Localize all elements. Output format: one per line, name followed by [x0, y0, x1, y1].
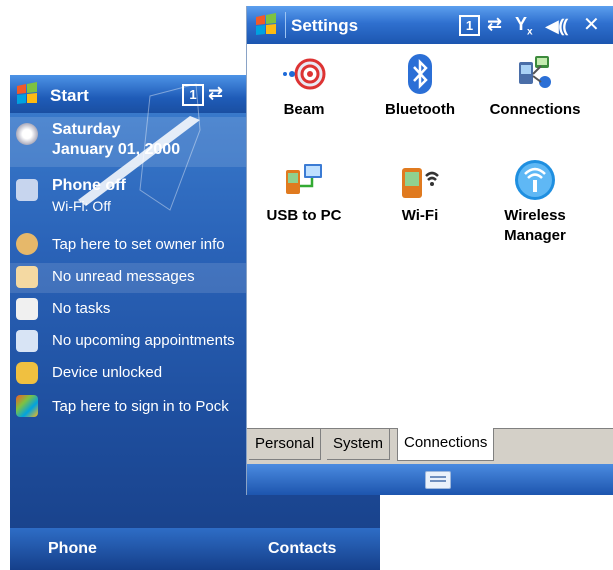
signin-text: Tap here to sign in to Pock [52, 398, 229, 415]
wifi-app[interactable]: Wi-Fi [365, 158, 475, 226]
wifi-icon [402, 168, 439, 198]
bluetooth-label: Bluetooth [385, 101, 455, 118]
phone-softkey[interactable]: Phone [48, 540, 97, 558]
usb-to-pc-icon [286, 164, 322, 194]
beam-app[interactable]: Beam [249, 52, 359, 120]
today-title: Start [50, 86, 89, 105]
connectivity-icon[interactable]: ⇄ [487, 14, 502, 35]
tasks-icon [16, 298, 38, 320]
notification-icon[interactable]: 1 [182, 84, 204, 106]
settings-menu-bar [247, 464, 613, 495]
appointments-text: No upcoming appointments [52, 332, 235, 349]
connections-app[interactable]: Connections [480, 52, 590, 120]
contacts-softkey[interactable]: Contacts [268, 540, 336, 558]
messages-text: No unread messages [52, 268, 195, 285]
date-full: January 01, 2000 [52, 141, 181, 158]
close-icon[interactable]: ✕ [583, 12, 600, 37]
wireless-manager-label: Wireless Manager [504, 207, 566, 244]
settings-title-bar: Settings 1 ⇄ Yx ◀⸨ ✕ [247, 6, 613, 44]
windows-start-icon[interactable] [14, 82, 44, 111]
device-lock-text: Device unlocked [52, 364, 163, 381]
settings-title: Settings [291, 16, 359, 35]
notification-icon[interactable]: 1 [459, 15, 480, 36]
keyboard-icon[interactable] [425, 471, 451, 489]
owner-text: Tap here to set owner info [52, 236, 225, 253]
tasks-text: No tasks [52, 300, 111, 317]
connections-label: Connections [489, 101, 581, 118]
bluetooth-app[interactable]: Bluetooth [365, 52, 475, 120]
wifi-status: Wi-Fi: Off [52, 198, 111, 214]
usb-to-pc-app[interactable]: USB to PC [249, 158, 359, 226]
title-separator [285, 12, 286, 38]
wifi-label: Wi-Fi [401, 207, 439, 224]
date-weekday: Saturday [52, 121, 121, 138]
usb-to-pc-label: USB to PC [266, 207, 342, 224]
windows-live-icon [16, 395, 38, 417]
bluetooth-icon [408, 54, 432, 94]
today-softkey-bar: Phone Contacts [10, 528, 380, 570]
owner-icon [16, 233, 38, 255]
phone-status: Phone off [52, 177, 126, 194]
connectivity-icon[interactable]: ⇄ [208, 83, 223, 104]
wireless-manager-icon [515, 160, 555, 200]
settings-window: Settings 1 ⇄ Yx ◀⸨ ✕ Beam Bluetooth Conn… [246, 6, 613, 495]
envelope-icon [16, 266, 38, 288]
phone-signal-icon [16, 179, 38, 201]
tab-connections[interactable]: Connections [397, 428, 495, 461]
lock-icon [16, 362, 38, 384]
clock-icon [16, 123, 38, 145]
windows-start-icon[interactable] [253, 12, 283, 43]
volume-icon[interactable]: ◀⸨ [545, 14, 568, 38]
tab-personal[interactable]: Personal [249, 429, 322, 460]
settings-tab-strip: Personal System Connections [247, 428, 613, 465]
wireless-manager-app[interactable]: Wireless Manager [480, 158, 590, 246]
connections-icon [519, 56, 551, 88]
signal-off-icon[interactable]: Yx [515, 14, 533, 38]
beam-label: Beam [283, 101, 325, 118]
beam-icon [283, 58, 326, 90]
calendar-icon [16, 330, 38, 352]
tab-system[interactable]: System [327, 429, 391, 460]
